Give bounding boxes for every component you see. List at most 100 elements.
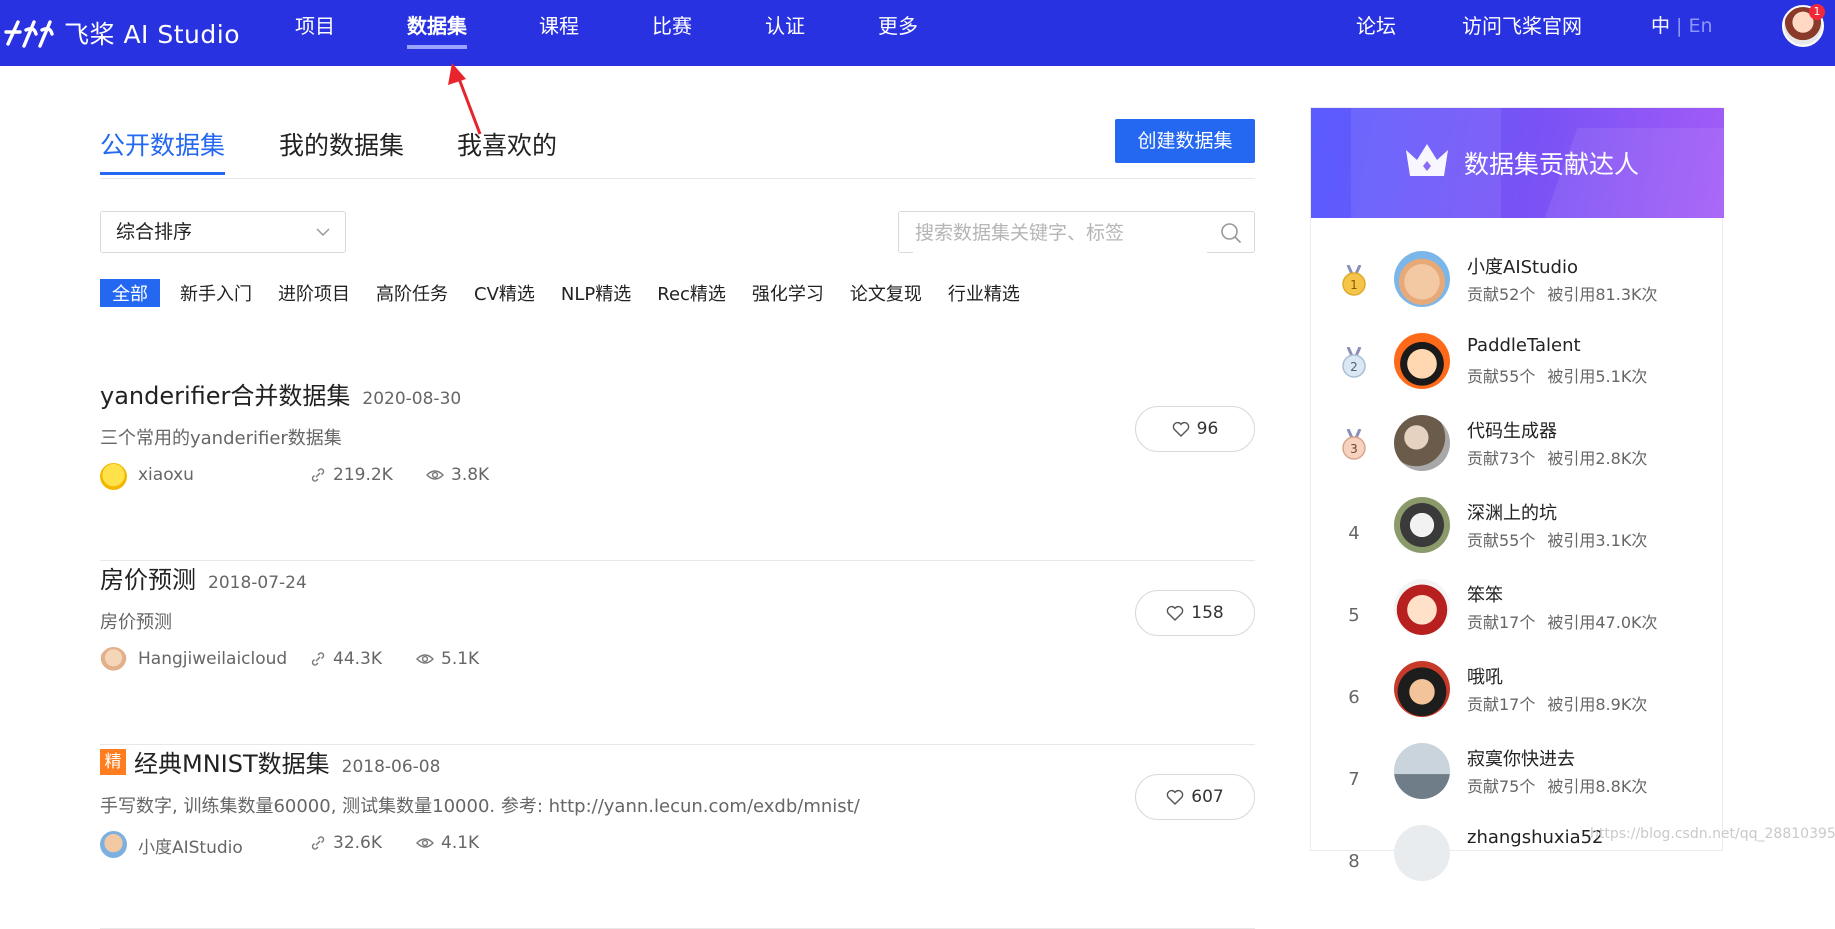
dataset-author[interactable]: 小度AIStudio: [138, 833, 243, 858]
contributor-name[interactable]: PaddleTalent: [1467, 335, 1581, 356]
contributor-name[interactable]: zhangshuxia52: [1467, 827, 1604, 848]
nav-item-projects[interactable]: 项目: [295, 0, 335, 66]
filter-beginner[interactable]: 新手入门: [180, 280, 252, 306]
lang-separator: |: [1670, 15, 1689, 37]
brand-logo[interactable]: 飞桨 AI Studio: [0, 8, 240, 58]
contributor-name[interactable]: 代码生成器: [1467, 417, 1557, 443]
sort-select[interactable]: 综合排序: [100, 211, 346, 253]
dataset-item: 精 经典MNIST数据集 2018-06-08 手写数字, 训练集数量60000…: [100, 744, 1255, 929]
heart-icon: [1172, 421, 1189, 437]
contributor-count: 贡献17个: [1467, 613, 1536, 632]
contributor-row[interactable]: 7 寂寞你快进去 贡献75个 被引用8.8K次: [1311, 743, 1724, 825]
contributor-rank: 6: [1348, 687, 1360, 708]
contributor-name[interactable]: 笨笨: [1467, 581, 1503, 607]
contributor-row[interactable]: 5 笨笨 贡献17个 被引用47.0K次: [1311, 579, 1724, 661]
tab-my-datasets[interactable]: 我的数据集: [279, 126, 404, 162]
contributor-stats: 贡献17个 被引用8.9K次: [1467, 691, 1659, 715]
dataset-refs-count: 44.3K: [333, 649, 382, 669]
dataset-views-count: 3.8K: [451, 465, 490, 485]
filter-industry[interactable]: 行业精选: [948, 280, 1020, 306]
filter-nlp[interactable]: NLP精选: [561, 280, 631, 306]
tab-favorites[interactable]: 我喜欢的: [457, 126, 557, 162]
paddle-logo-icon: [4, 20, 54, 48]
dataset-author[interactable]: Hangjiweilaicloud: [138, 649, 287, 669]
author-avatar[interactable]: [100, 647, 127, 674]
contributor-count: 贡献55个: [1467, 531, 1536, 550]
contributor-avatar[interactable]: [1394, 415, 1450, 471]
dataset-author[interactable]: xiaoxu: [138, 465, 194, 485]
contributor-count: 贡献75个: [1467, 777, 1536, 796]
dataset-title[interactable]: 经典MNIST数据集: [134, 744, 330, 779]
contributor-avatar[interactable]: [1394, 661, 1450, 717]
contributor-name[interactable]: 深渊上的坑: [1467, 499, 1557, 525]
filter-rec[interactable]: Rec精选: [657, 280, 726, 306]
dataset-description: 手写数字, 训练集数量60000, 测试集数量10000. 参考: http:/…: [100, 796, 860, 817]
author-avatar[interactable]: [100, 463, 127, 490]
contributor-avatar[interactable]: [1394, 825, 1450, 881]
nav-item-more[interactable]: 更多: [878, 0, 918, 66]
author-avatar[interactable]: [100, 831, 127, 858]
contributor-avatar[interactable]: [1394, 333, 1450, 389]
watermark: https://blog.csdn.net/qq_28810395: [1590, 826, 1835, 842]
dataset-tabs: 公开数据集 我的数据集 我喜欢的: [100, 118, 1255, 179]
notification-badge: 1: [1809, 4, 1825, 20]
nav-item-competitions[interactable]: 比赛: [652, 0, 692, 66]
like-button[interactable]: 96: [1135, 406, 1255, 452]
search-box: [898, 211, 1255, 253]
nav-item-official-site[interactable]: 访问飞桨官网: [1462, 0, 1582, 66]
nav-item-forum[interactable]: 论坛: [1356, 0, 1396, 66]
lang-zh[interactable]: 中: [1651, 15, 1670, 37]
contributor-stats: 贡献75个 被引用8.8K次: [1467, 773, 1659, 797]
contributor-stats: 贡献17个 被引用47.0K次: [1467, 609, 1670, 633]
sidebar-title: 数据集贡献达人: [1464, 150, 1640, 179]
brand-name: 飞桨 AI Studio: [64, 20, 240, 49]
contributor-name[interactable]: 哦吼: [1467, 663, 1503, 689]
filter-paper[interactable]: 论文复现: [850, 280, 922, 306]
dataset-refs-count: 219.2K: [333, 465, 393, 485]
lang-en[interactable]: En: [1689, 15, 1713, 37]
contributor-row[interactable]: 3 代码生成器 贡献73个 被引用2.8K次: [1311, 415, 1724, 497]
gold-medal-icon: 1: [1342, 265, 1366, 296]
contributor-row[interactable]: 4 深渊上的坑 贡献55个 被引用3.1K次: [1311, 497, 1724, 579]
contributor-stats: 贡献73个 被引用2.8K次: [1467, 445, 1659, 469]
nav-item-courses[interactable]: 课程: [539, 0, 579, 66]
dataset-title[interactable]: 房价预测: [100, 560, 196, 595]
like-button[interactable]: 158: [1135, 590, 1255, 636]
nav-item-certification[interactable]: 认证: [765, 0, 805, 66]
language-switch: 中 | En: [1651, 0, 1713, 52]
dataset-title-row: yanderifier合并数据集 2020-08-30: [100, 376, 461, 411]
heart-icon: [1166, 789, 1184, 805]
dataset-date: 2018-07-24: [208, 573, 307, 593]
contributor-avatar[interactable]: [1394, 497, 1450, 553]
like-button[interactable]: 607: [1135, 774, 1255, 820]
eye-icon: [426, 470, 444, 480]
filter-advanced[interactable]: 进阶项目: [278, 280, 350, 306]
medal-rank: 1: [1350, 278, 1358, 292]
contributor-name[interactable]: 小度AIStudio: [1467, 253, 1578, 279]
dataset-title[interactable]: yanderifier合并数据集: [100, 376, 350, 411]
crown-icon: [1406, 144, 1448, 176]
contributor-avatar[interactable]: [1394, 251, 1450, 307]
contributor-avatar[interactable]: [1394, 743, 1450, 799]
tab-public-datasets[interactable]: 公开数据集: [100, 126, 226, 175]
filter-rl[interactable]: 强化学习: [752, 280, 824, 306]
filter-expert[interactable]: 高阶任务: [376, 280, 448, 306]
search-input[interactable]: [913, 213, 1207, 253]
dataset-views: 5.1K: [416, 649, 479, 669]
medal-rank: 2: [1350, 360, 1358, 374]
create-dataset-button[interactable]: 创建数据集: [1115, 119, 1255, 163]
contributor-row[interactable]: 2 PaddleTalent 贡献55个 被引用5.1K次: [1311, 333, 1724, 415]
contributor-avatar[interactable]: [1394, 579, 1450, 635]
search-icon[interactable]: [1220, 222, 1242, 244]
contributor-cited: 被引用3.1K次: [1547, 531, 1648, 550]
contributor-stats: 贡献55个 被引用5.1K次: [1467, 363, 1659, 387]
filter-cv[interactable]: CV精选: [474, 280, 535, 306]
dataset-date: 2018-06-08: [341, 757, 441, 777]
dataset-description: 三个常用的yanderifier数据集: [100, 428, 342, 449]
contributor-row[interactable]: 6 哦吼 贡献17个 被引用8.9K次: [1311, 661, 1724, 743]
filter-all[interactable]: 全部: [100, 279, 160, 307]
dataset-refs: 32.6K: [310, 833, 382, 853]
nav-item-datasets[interactable]: 数据集: [407, 0, 467, 66]
contributor-row[interactable]: 1 小度AIStudio 贡献52个 被引用81.3K次: [1311, 251, 1724, 333]
contributor-name[interactable]: 寂寞你快进去: [1467, 745, 1575, 771]
